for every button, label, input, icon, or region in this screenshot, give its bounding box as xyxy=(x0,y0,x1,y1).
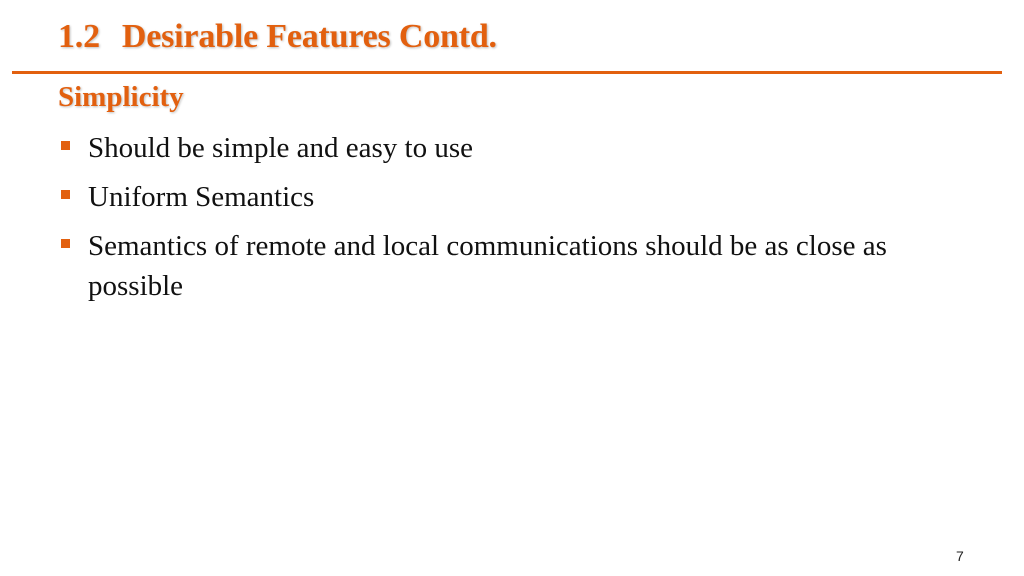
square-bullet-icon xyxy=(61,239,70,248)
square-bullet-icon xyxy=(61,141,70,150)
subtitle: Simplicity xyxy=(58,81,184,113)
square-bullet-icon xyxy=(61,190,70,199)
bullet-item: Uniform Semantics xyxy=(60,177,960,217)
bullet-item: Should be simple and easy to use xyxy=(60,128,960,168)
bullet-text: Should be simple and easy to use xyxy=(88,132,474,164)
section-title: Desirable Features Contd. xyxy=(121,18,497,55)
slide-title: 1.2 Desirable Features Contd. xyxy=(58,18,497,56)
title-divider xyxy=(12,71,1002,74)
bullet-list: Should be simple and easy to use Uniform… xyxy=(60,128,960,315)
section-number: 1.2 xyxy=(58,18,100,55)
page-number: 7 xyxy=(956,548,964,564)
bullet-item: Semantics of remote and local communicat… xyxy=(60,226,960,306)
bullet-text: Semantics of remote and local communicat… xyxy=(88,230,887,302)
bullet-text: Uniform Semantics xyxy=(88,181,315,213)
